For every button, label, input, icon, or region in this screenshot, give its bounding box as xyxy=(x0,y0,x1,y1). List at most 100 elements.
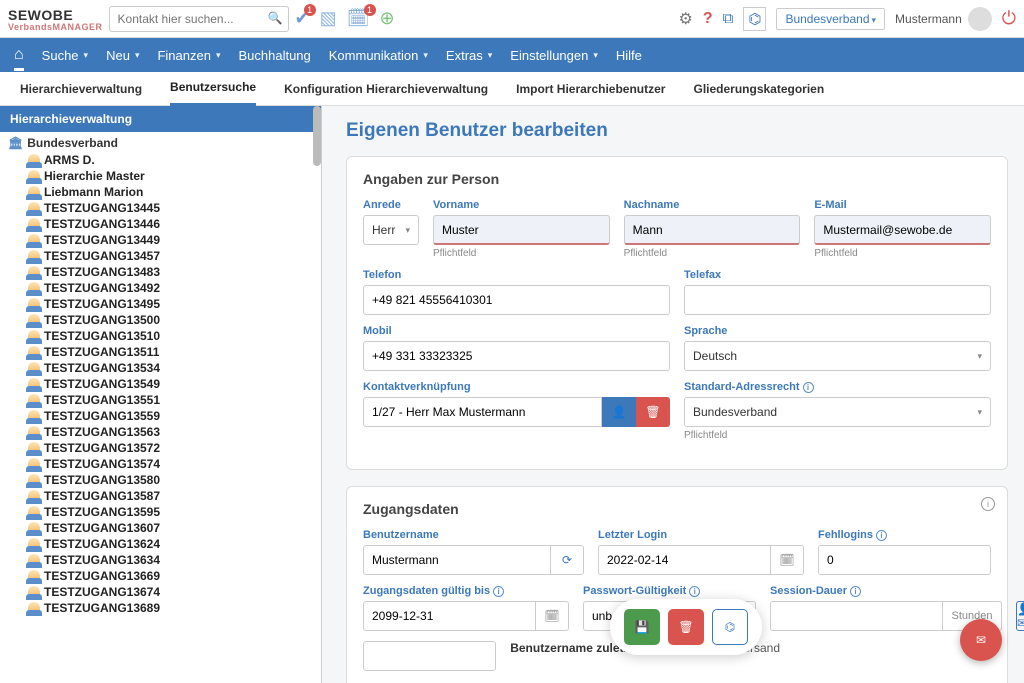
email-input[interactable] xyxy=(814,215,991,245)
calendar-addon[interactable]: 🗓 xyxy=(770,545,804,575)
tree-item[interactable]: TESTZUGANG13689 xyxy=(0,600,321,616)
gear-icon[interactable]: ⚙ xyxy=(678,9,692,29)
menu-neu[interactable]: Neu xyxy=(106,48,139,63)
tree-item[interactable]: TESTZUGANG13495 xyxy=(0,296,321,312)
user-icon xyxy=(28,570,40,582)
tree-item[interactable]: TESTZUGANG13534 xyxy=(0,360,321,376)
tree-item[interactable]: TESTZUGANG13634 xyxy=(0,552,321,568)
panel-info-icon[interactable]: i xyxy=(981,497,995,511)
user-icon xyxy=(28,522,40,534)
mail-fab[interactable]: ✉ xyxy=(960,619,1002,661)
sidebar-header: Hierarchieverwaltung xyxy=(0,106,321,132)
menu-einstellungen[interactable]: Einstellungen xyxy=(510,48,598,63)
kontakt-input[interactable] xyxy=(363,397,602,427)
tree-item[interactable]: TESTZUGANG13511 xyxy=(0,344,321,360)
tree-item[interactable]: TESTZUGANG13510 xyxy=(0,328,321,344)
help-icon[interactable]: ? xyxy=(703,10,713,28)
tree-item[interactable]: TESTZUGANG13559 xyxy=(0,408,321,424)
home-menu[interactable]: ⌂ xyxy=(14,46,24,71)
tree-item[interactable]: TESTZUGANG13563 xyxy=(0,424,321,440)
tab-import[interactable]: Import Hierarchiebenutzer xyxy=(516,73,665,105)
user-icon xyxy=(28,282,40,294)
tree-item[interactable]: TESTZUGANG13624 xyxy=(0,536,321,552)
label-anrede: Anrede xyxy=(363,199,419,211)
power-icon[interactable]: ⏻ xyxy=(1002,8,1016,29)
hierarchy-select[interactable]: Bundesverband xyxy=(776,8,885,30)
search-icon[interactable]: 🔍 xyxy=(268,11,283,25)
tree-item[interactable]: TESTZUGANG13574 xyxy=(0,456,321,472)
sprache-select[interactable]: Deutsch▾ xyxy=(684,341,991,371)
add-icon[interactable]: ⊕ xyxy=(380,8,395,29)
global-search-input[interactable] xyxy=(109,6,289,32)
label-telefax: Telefax xyxy=(684,269,991,281)
tasks-icon[interactable]: ✔1 xyxy=(295,8,310,29)
sidebar-scrollbar[interactable] xyxy=(313,106,321,166)
info-icon[interactable]: i xyxy=(850,586,861,597)
gueltig-input[interactable] xyxy=(363,601,535,631)
letzter-login-input[interactable] xyxy=(598,545,770,575)
tree-item[interactable]: TESTZUGANG13595 xyxy=(0,504,321,520)
info-icon[interactable]: i xyxy=(876,530,887,541)
kontakt-delete-button[interactable]: 🗑 xyxy=(636,397,670,427)
info-icon[interactable]: i xyxy=(689,586,700,597)
tree-item[interactable]: TESTZUGANG13674 xyxy=(0,584,321,600)
anrede-select[interactable]: Herr▾ xyxy=(363,215,419,245)
tab-benutzersuche[interactable]: Benutzersuche xyxy=(170,71,256,106)
menu-finanzen[interactable]: Finanzen xyxy=(157,48,220,63)
hierarchy-button[interactable]: ⌬ xyxy=(712,609,748,645)
save-button[interactable]: 💾 xyxy=(624,609,660,645)
refresh-button[interactable]: ⟳ xyxy=(550,545,584,575)
info-icon[interactable]: i xyxy=(803,382,814,393)
menu-buchhaltung[interactable]: Buchhaltung xyxy=(238,48,310,63)
tab-hierarchieverwaltung[interactable]: Hierarchieverwaltung xyxy=(20,73,142,105)
devices-icon[interactable]: ⧉ xyxy=(723,10,734,27)
tab-gliederung[interactable]: Gliederungskategorien xyxy=(693,73,824,105)
tree-item[interactable]: TESTZUGANG13483 xyxy=(0,264,321,280)
tree-item[interactable]: TESTZUGANG13551 xyxy=(0,392,321,408)
tree-item[interactable]: TESTZUGANG13492 xyxy=(0,280,321,296)
tab-konfiguration[interactable]: Konfiguration Hierarchieverwaltung xyxy=(284,73,488,105)
stdadr-select[interactable]: Bundesverband▾ xyxy=(684,397,991,427)
hierarchy-icon[interactable]: ⌬ xyxy=(743,7,766,31)
vorname-input[interactable] xyxy=(433,215,610,245)
menu-suche[interactable]: Suche xyxy=(42,48,88,63)
tree-item[interactable]: ARMS D. xyxy=(0,152,321,168)
calendar-icon[interactable]: 🗓1 xyxy=(347,8,370,29)
tree-item[interactable]: TESTZUGANG13445 xyxy=(0,200,321,216)
menu-kommunikation[interactable]: Kommunikation xyxy=(329,48,428,63)
tree-item[interactable]: TESTZUGANG13572 xyxy=(0,440,321,456)
tree-item[interactable]: Liebmann Marion xyxy=(0,184,321,200)
tree-item[interactable]: Hierarchie Master xyxy=(0,168,321,184)
tree-item[interactable]: TESTZUGANG13587 xyxy=(0,488,321,504)
tree-item[interactable]: TESTZUGANG13500 xyxy=(0,312,321,328)
tree-root[interactable]: 🏛 Bundesverband xyxy=(0,134,321,152)
user-icon xyxy=(28,298,40,310)
mobil-input[interactable] xyxy=(363,341,670,371)
tree-item[interactable]: TESTZUGANG13607 xyxy=(0,520,321,536)
note-icon[interactable]: ▧ xyxy=(320,8,337,29)
user-icon xyxy=(28,458,40,470)
delete-button[interactable]: 🗑 xyxy=(668,609,704,645)
tree-item[interactable]: TESTZUGANG13669 xyxy=(0,568,321,584)
nachname-input[interactable] xyxy=(624,215,801,245)
telefax-input[interactable] xyxy=(684,285,991,315)
avatar[interactable] xyxy=(968,7,992,31)
menu-hilfe[interactable]: Hilfe xyxy=(616,48,642,63)
sessd-input[interactable] xyxy=(770,601,942,631)
info-icon[interactable]: i xyxy=(493,586,504,597)
send-credentials-button[interactable]: 👤✉ xyxy=(1016,601,1024,631)
tree-item[interactable]: TESTZUGANG13580 xyxy=(0,472,321,488)
tree-item[interactable]: TESTZUGANG13449 xyxy=(0,232,321,248)
tree-item[interactable]: TESTZUGANG13549 xyxy=(0,376,321,392)
telefon-input[interactable] xyxy=(363,285,670,315)
tree-item[interactable]: TESTZUGANG13457 xyxy=(0,248,321,264)
fehllogins-input[interactable] xyxy=(818,545,991,575)
menu-extras[interactable]: Extras xyxy=(446,48,492,63)
calendar-addon2[interactable]: 🗓 xyxy=(535,601,569,631)
user-icon xyxy=(28,410,40,422)
hint-vorname: Pflichtfeld xyxy=(433,248,610,259)
label-vorname: Vorname xyxy=(433,199,610,211)
kontakt-link-button[interactable]: 👤 xyxy=(602,397,636,427)
benutzer-input[interactable] xyxy=(363,545,550,575)
tree-item[interactable]: TESTZUGANG13446 xyxy=(0,216,321,232)
